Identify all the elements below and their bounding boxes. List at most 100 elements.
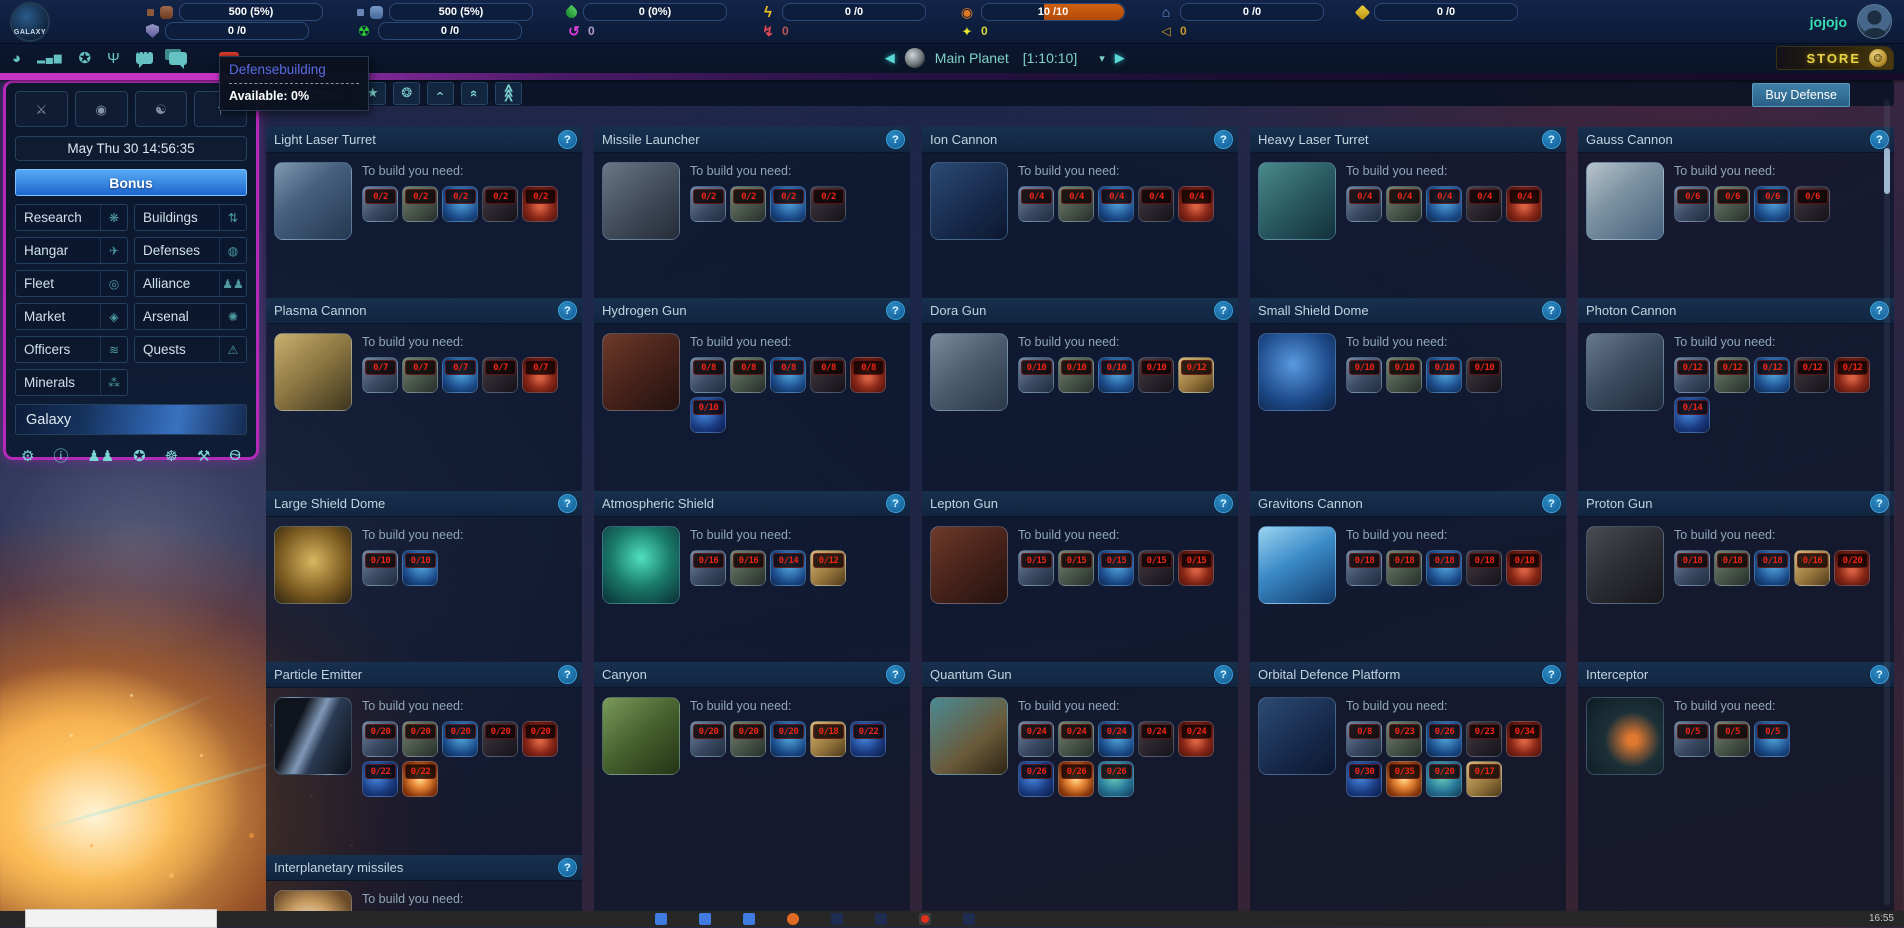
- chevron-up-icon[interactable]: ‹: [427, 82, 454, 105]
- requirement-icon[interactable]: 0/2: [482, 186, 518, 222]
- defense-image[interactable]: [274, 890, 352, 911]
- requirement-icon[interactable]: 0/22: [362, 761, 398, 797]
- requirement-icon[interactable]: 0/4: [1466, 186, 1502, 222]
- defense-image[interactable]: [602, 162, 680, 240]
- requirement-icon[interactable]: 0/10: [402, 550, 438, 586]
- help-button[interactable]: ?: [886, 301, 905, 320]
- trophy-icon[interactable]: Ψ: [107, 50, 120, 67]
- requirement-icon[interactable]: 0/7: [362, 357, 398, 393]
- taskbar-app-icon[interactable]: [919, 913, 931, 925]
- defense-image[interactable]: [1258, 162, 1336, 240]
- defense-image[interactable]: [1586, 333, 1664, 411]
- requirement-icon[interactable]: 0/8: [770, 357, 806, 393]
- requirement-icon[interactable]: 0/10: [1058, 357, 1094, 393]
- requirement-icon[interactable]: 0/34: [1506, 721, 1542, 757]
- defense-image[interactable]: [1258, 333, 1336, 411]
- requirement-icon[interactable]: 0/20: [730, 721, 766, 757]
- defense-image[interactable]: [274, 162, 352, 240]
- sidebar-item-hangar[interactable]: Hangar✈: [15, 237, 128, 264]
- defense-image[interactable]: [274, 333, 352, 411]
- defense-image[interactable]: [1586, 697, 1664, 775]
- requirement-icon[interactable]: 0/6: [1674, 186, 1710, 222]
- planet-dropdown-chevron-icon[interactable]: ▾: [1099, 52, 1105, 65]
- sidebar-item-quests[interactable]: Quests⚠: [134, 336, 247, 363]
- requirement-icon[interactable]: 0/12: [1754, 357, 1790, 393]
- requirement-icon[interactable]: 0/18: [1346, 550, 1382, 586]
- help-button[interactable]: ?: [1542, 665, 1561, 684]
- requirement-icon[interactable]: 0/30: [1346, 761, 1382, 797]
- requirement-icon[interactable]: 0/26: [1058, 761, 1094, 797]
- requirement-icon[interactable]: 0/26: [1018, 761, 1054, 797]
- content-scrollbar[interactable]: [1884, 100, 1890, 905]
- requirement-icon[interactable]: 0/8: [730, 357, 766, 393]
- requirement-icon[interactable]: 0/4: [1346, 186, 1382, 222]
- sidebar-item-alliance[interactable]: Alliance♟♟: [134, 270, 247, 297]
- requirement-icon[interactable]: 0/12: [1674, 357, 1710, 393]
- requirement-icon[interactable]: 0/6: [1794, 186, 1830, 222]
- gear-icon[interactable]: ⚙: [21, 447, 34, 465]
- requirement-icon[interactable]: 0/2: [522, 186, 558, 222]
- defense-image[interactable]: [930, 697, 1008, 775]
- requirement-icon[interactable]: 0/5: [1674, 721, 1710, 757]
- help-button[interactable]: ?: [886, 665, 905, 684]
- sidebar-item-minerals[interactable]: Minerals⁂: [15, 369, 128, 396]
- requirement-icon[interactable]: 0/6: [1714, 186, 1750, 222]
- requirement-icon[interactable]: 0/24: [1058, 721, 1094, 757]
- requirement-icon[interactable]: 0/8: [1346, 721, 1382, 757]
- requirement-icon[interactable]: 0/10: [1466, 357, 1502, 393]
- requirement-icon[interactable]: 0/26: [1098, 761, 1134, 797]
- defense-image[interactable]: [602, 333, 680, 411]
- requirement-icon[interactable]: 0/18: [1754, 550, 1790, 586]
- buy-defense-button[interactable]: Buy Defense: [1752, 83, 1850, 107]
- lifebuoy-icon[interactable]: ☸: [165, 447, 178, 465]
- requirement-icon[interactable]: 0/8: [690, 357, 726, 393]
- requirement-icon[interactable]: 0/14: [1674, 397, 1710, 433]
- taskbar-white-window[interactable]: [25, 909, 217, 928]
- requirement-icon[interactable]: 0/12: [1178, 357, 1214, 393]
- wreath-icon[interactable]: ❂: [393, 82, 420, 105]
- requirement-icon[interactable]: 0/12: [1714, 357, 1750, 393]
- requirement-icon[interactable]: 0/5: [1714, 721, 1750, 757]
- requirement-icon[interactable]: 0/20: [690, 721, 726, 757]
- defense-image[interactable]: [1258, 697, 1336, 775]
- requirement-icon[interactable]: 0/23: [1386, 721, 1422, 757]
- defense-image[interactable]: [602, 697, 680, 775]
- requirement-icon[interactable]: 0/15: [1058, 550, 1094, 586]
- requirement-icon[interactable]: 0/20: [1426, 761, 1462, 797]
- avatar[interactable]: [1857, 4, 1892, 39]
- bonus-button[interactable]: Bonus: [15, 169, 247, 196]
- requirement-icon[interactable]: 0/10: [690, 397, 726, 433]
- help-button[interactable]: ?: [886, 130, 905, 149]
- help-button[interactable]: ?: [558, 665, 577, 684]
- requirement-icon[interactable]: 0/2: [402, 186, 438, 222]
- help-button[interactable]: ?: [1214, 665, 1233, 684]
- requirement-icon[interactable]: 0/10: [1098, 357, 1134, 393]
- help-button[interactable]: ?: [1542, 130, 1561, 149]
- help-button[interactable]: ?: [558, 494, 577, 513]
- requirement-icon[interactable]: 0/4: [1138, 186, 1174, 222]
- planet-name[interactable]: Main Planet: [935, 50, 1009, 66]
- requirement-icon[interactable]: 0/10: [1018, 357, 1054, 393]
- store-button[interactable]: STORE ❂: [1776, 46, 1894, 70]
- defense-image[interactable]: [274, 526, 352, 604]
- requirement-icon[interactable]: 0/24: [1178, 721, 1214, 757]
- requirement-icon[interactable]: 0/18: [1506, 550, 1542, 586]
- defense-image[interactable]: [274, 697, 352, 775]
- taskbar-app-icon[interactable]: [787, 913, 799, 925]
- chevron-up2-icon[interactable]: «: [461, 82, 488, 105]
- sidebar-item-defenses[interactable]: Defenses◍: [134, 237, 247, 264]
- bar-chart-icon[interactable]: ▂▄▆: [37, 53, 62, 64]
- requirement-icon[interactable]: 0/7: [522, 357, 558, 393]
- defense-image[interactable]: [930, 162, 1008, 240]
- chats-icon[interactable]: [169, 52, 187, 65]
- requirement-icon[interactable]: 0/4: [1426, 186, 1462, 222]
- requirement-icon[interactable]: 0/18: [1714, 550, 1750, 586]
- requirement-icon[interactable]: 0/10: [1386, 357, 1422, 393]
- requirement-icon[interactable]: 0/18: [1386, 550, 1422, 586]
- requirement-icon[interactable]: 0/10: [1138, 357, 1174, 393]
- defense-image[interactable]: [602, 526, 680, 604]
- requirement-icon[interactable]: 0/7: [482, 357, 518, 393]
- prev-planet-arrow-icon[interactable]: ◀: [885, 50, 895, 66]
- requirement-icon[interactable]: 0/4: [1386, 186, 1422, 222]
- requirement-icon[interactable]: 0/20: [442, 721, 478, 757]
